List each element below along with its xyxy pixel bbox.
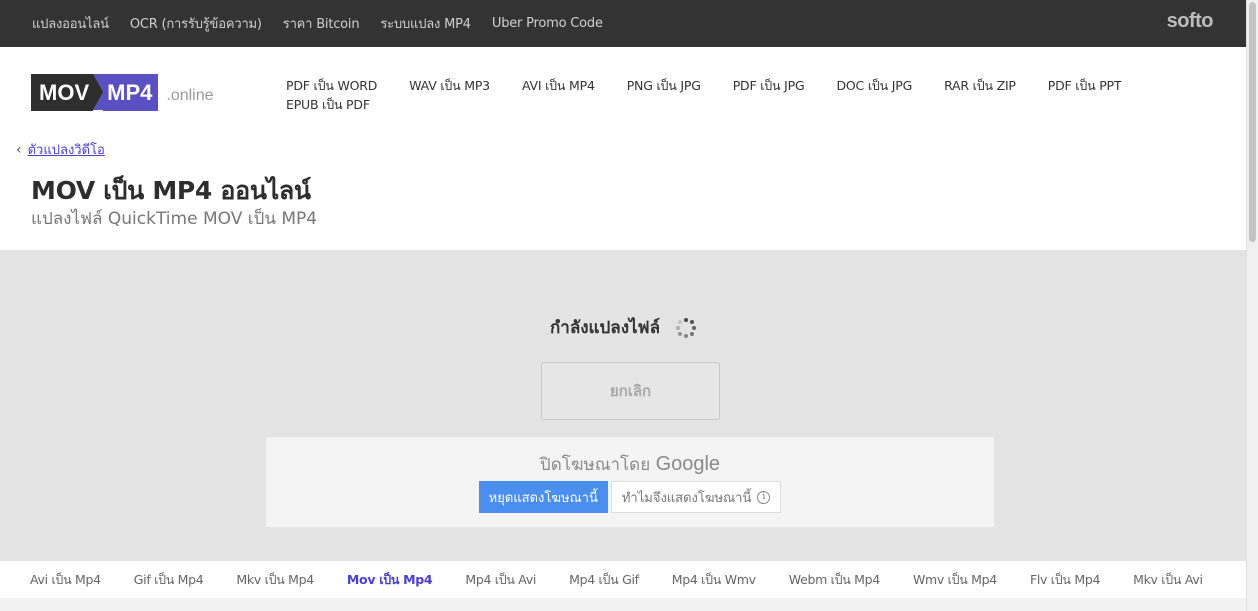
- back-to-video-converter-link[interactable]: ตัวแปลงวิดีโอ: [28, 139, 105, 160]
- bottom-nav-mov-to-mp4[interactable]: Mov เป็น Mp4: [347, 570, 433, 590]
- page-subtitle: แปลงไฟล์ QuickTime MOV เป็น MP4: [31, 209, 318, 229]
- bottom-nav-webm-to-mp4[interactable]: Webm เป็น Mp4: [789, 570, 881, 590]
- top-link-online-convert[interactable]: แปลงออนไลน์: [32, 13, 109, 34]
- converter-nav: PDF เป็น WORD WAV เป็น MP3 AVI เป็น MP4 …: [286, 77, 1186, 113]
- top-link-bitcoin-price[interactable]: ราคา Bitcoin: [283, 13, 360, 34]
- top-nav: แปลงออนไลน์ OCR (การรับรู้ข้อความ) ราคา …: [32, 0, 624, 47]
- softo-logo[interactable]: softo: [1167, 10, 1214, 33]
- nav-rar-to-zip[interactable]: RAR เป็น ZIP: [944, 77, 1016, 94]
- ad-buttons: หยุดแสดงโฆษณานี้ ทำไมจึงแสดงโฆษณานี้ i: [266, 481, 994, 513]
- why-this-ad-label: ทำไมจึงแสดงโฆษณานี้: [621, 490, 752, 506]
- top-link-mp4-converter[interactable]: ระบบแปลง MP4: [380, 13, 471, 34]
- logo-mp4-text: MP4: [103, 74, 159, 111]
- bottom-nav-mkv-to-mp4[interactable]: Mkv เป็น Mp4: [236, 570, 314, 590]
- nav-pdf-to-word[interactable]: PDF เป็น WORD: [286, 77, 377, 94]
- top-link-uber-promo[interactable]: Uber Promo Code: [492, 16, 603, 31]
- bottom-nav-mkv-to-avi[interactable]: Mkv เป็น Avi: [1133, 570, 1203, 590]
- scrollbar-thumb[interactable]: [1249, 2, 1256, 242]
- bottom-nav-flv-to-mp4[interactable]: Flv เป็น Mp4: [1030, 570, 1100, 590]
- nav-epub-to-pdf[interactable]: EPUB เป็น PDF: [286, 96, 370, 113]
- ad-title-prefix: ปิดโฆษณาโดย: [539, 455, 656, 475]
- bottom-nav-mp4-to-gif[interactable]: Mp4 เป็น Gif: [569, 570, 639, 590]
- top-bar: แปลงออนไลน์ OCR (การรับรู้ข้อความ) ราคา …: [0, 0, 1246, 47]
- bottom-nav-gif-to-mp4[interactable]: Gif เป็น Mp4: [134, 570, 204, 590]
- google-logo-text: Google: [655, 453, 721, 475]
- status-text: กำลังแปลงไฟล์: [549, 318, 661, 338]
- nav-pdf-to-jpg[interactable]: PDF เป็น JPG: [733, 77, 805, 94]
- chevron-left-icon: ‹: [16, 141, 22, 158]
- nav-doc-to-jpg[interactable]: DOC เป็น JPG: [836, 77, 912, 94]
- bottom-converter-nav: Avi เป็น Mp4 Gif เป็น Mp4 Mkv เป็น Mp4 M…: [0, 561, 1246, 598]
- breadcrumb: ‹ ตัวแปลงวิดีโอ: [16, 139, 105, 160]
- site-logo[interactable]: MOV MP4 .online: [31, 74, 214, 111]
- converter-panel: กำลังแปลงไฟล์ ยกเลิก ปิดโฆษณาโดย Google …: [0, 250, 1246, 561]
- nav-wav-to-mp3[interactable]: WAV เป็น MP3: [409, 77, 490, 94]
- top-link-ocr[interactable]: OCR (การรับรู้ข้อความ): [130, 13, 262, 34]
- logo-arrow-icon: [93, 74, 104, 110]
- cancel-button[interactable]: ยกเลิก: [541, 362, 720, 420]
- site-header: MOV MP4 .online PDF เป็น WORD WAV เป็น M…: [0, 47, 1246, 250]
- logo-box: MOV MP4: [31, 74, 159, 111]
- stop-showing-ad-button[interactable]: หยุดแสดงโฆษณานี้: [478, 481, 608, 513]
- bottom-nav-avi-to-mp4[interactable]: Avi เป็น Mp4: [30, 570, 101, 590]
- info-icon: i: [757, 490, 771, 504]
- loading-spinner-icon: [676, 317, 697, 338]
- bottom-nav-mp4-to-avi[interactable]: Mp4 เป็น Avi: [465, 570, 536, 590]
- nav-avi-to-mp4[interactable]: AVI เป็น MP4: [522, 77, 595, 94]
- bottom-nav-mp4-to-wmv[interactable]: Mp4 เป็น Wmv: [672, 570, 756, 590]
- nav-pdf-to-ppt[interactable]: PDF เป็น PPT: [1048, 77, 1122, 94]
- page-scrollbar[interactable]: [1246, 0, 1258, 611]
- nav-png-to-jpg[interactable]: PNG เป็น JPG: [627, 77, 701, 94]
- bottom-nav-wmv-to-mp4[interactable]: Wmv เป็น Mp4: [913, 570, 997, 590]
- why-this-ad-button[interactable]: ทำไมจึงแสดงโฆษณานี้ i: [610, 481, 782, 513]
- logo-domain: .online: [166, 86, 214, 104]
- logo-mov-text: MOV: [31, 74, 94, 111]
- conversion-status: กำลังแปลงไฟล์: [0, 314, 1246, 341]
- ad-title: ปิดโฆษณาโดย Google: [266, 451, 994, 478]
- ad-closed-panel: ปิดโฆษณาโดย Google หยุดแสดงโฆษณานี้ ทำไม…: [266, 437, 994, 527]
